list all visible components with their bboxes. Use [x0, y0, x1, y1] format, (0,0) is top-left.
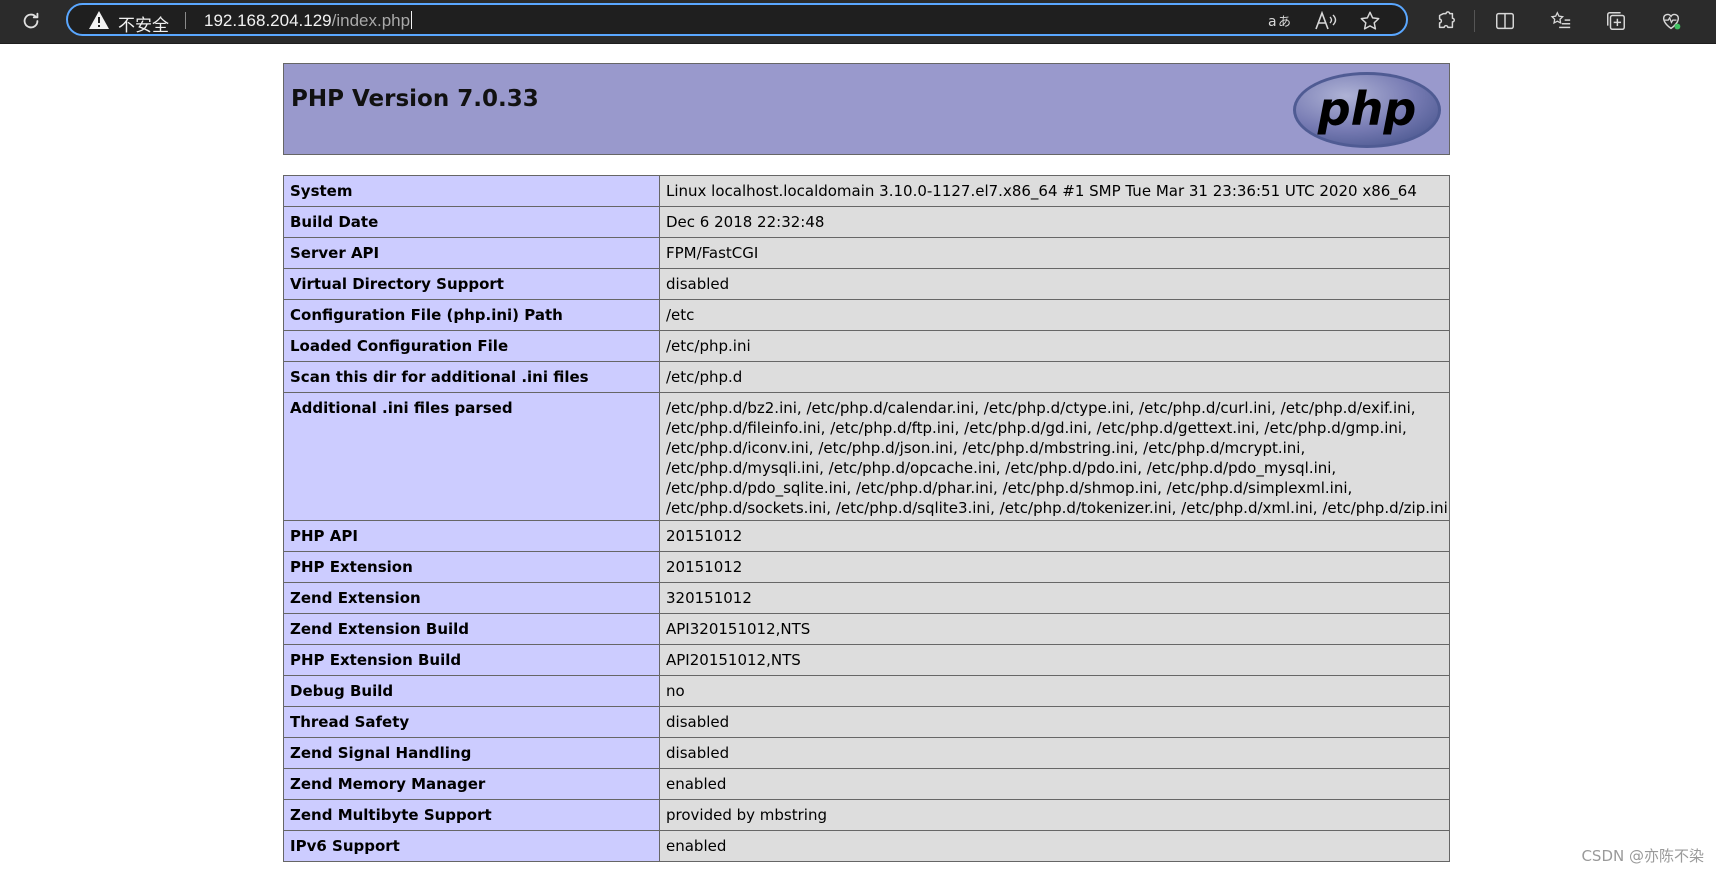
svg-text:a: a: [1268, 14, 1277, 30]
address-bar[interactable]: 不安全 192.168.204.129/index.php aあ: [66, 3, 1408, 36]
row-key: Thread Safety: [283, 706, 660, 738]
row-key: Additional .ini files parsed: [283, 392, 660, 521]
row-key: Loaded Configuration File: [283, 330, 660, 362]
row-key: Scan this dir for additional .ini files: [283, 361, 660, 393]
value-line: /etc/php.d/iconv.ini, /etc/php.d/json.in…: [666, 439, 1306, 457]
row-key: Build Date: [283, 206, 660, 238]
row-value: enabled: [659, 768, 1450, 800]
toolbar-divider: [1474, 10, 1475, 32]
row-value: 20151012: [659, 520, 1450, 552]
row-value: /etc/php.d: [659, 361, 1450, 393]
row-value: 320151012: [659, 582, 1450, 614]
table-row: PHP Extension Build API20151012,NTS: [283, 644, 1450, 676]
url-path: /index.php: [331, 11, 411, 30]
row-key: Zend Extension Build: [283, 613, 660, 645]
table-row: Server API FPM/FastCGI: [283, 237, 1450, 269]
row-key: Server API: [283, 237, 660, 269]
table-row: Zend Multibyte Support provided by mbstri…: [283, 799, 1450, 831]
browser-essentials-icon[interactable]: [1658, 8, 1684, 34]
row-key: Configuration File (php.ini) Path: [283, 299, 660, 331]
table-row: Additional .ini files parsed/etc/php.d/b…: [283, 392, 1450, 521]
row-value: API20151012,NTS: [659, 644, 1450, 676]
row-value: /etc/php.d/bz2.ini, /etc/php.d/calendar.…: [659, 392, 1450, 521]
svg-text:あ: あ: [1278, 15, 1291, 30]
url-text[interactable]: 192.168.204.129/index.php: [204, 11, 413, 31]
row-key: System: [283, 175, 660, 207]
row-value: /etc/php.ini: [659, 330, 1450, 362]
page-title: PHP Version 7.0.33: [291, 86, 539, 112]
row-key: Zend Extension: [283, 582, 660, 614]
value-line: /etc/php.d/pdo_sqlite.ini, /etc/php.d/ph…: [666, 479, 1353, 497]
row-value: enabled: [659, 830, 1450, 862]
collections-icon[interactable]: [1603, 8, 1629, 34]
table-row: PHP API 20151012: [283, 520, 1450, 552]
phpinfo-page: PHP Version 7.0.33 php System Linux local…: [283, 63, 1450, 862]
row-value: 20151012: [659, 551, 1450, 583]
row-value: /etc: [659, 299, 1450, 331]
browser-toolbar: 不安全 192.168.204.129/index.php aあ: [0, 0, 1716, 44]
value-line: /etc/php.d/mysqli.ini, /etc/php.d/opcach…: [666, 459, 1337, 477]
value-line: /etc/php.d/sockets.ini, /etc/php.d/sqlit…: [666, 499, 1448, 517]
row-key: PHP API: [283, 520, 660, 552]
php-logo-icon: php: [1293, 72, 1441, 148]
row-key: IPv6 Support: [283, 830, 660, 862]
row-key: Zend Multibyte Support: [283, 799, 660, 831]
value-line: /etc/php.d/bz2.ini, /etc/php.d/calendar.…: [666, 399, 1416, 417]
table-row: Zend Extension Build API320151012,NTS: [283, 613, 1450, 645]
watermark: CSDN @亦陈不染: [1581, 847, 1704, 865]
row-value: disabled: [659, 737, 1450, 769]
row-key: Virtual Directory Support: [283, 268, 660, 300]
warning-icon[interactable]: [88, 10, 110, 30]
phpinfo-header: PHP Version 7.0.33 php: [283, 63, 1450, 155]
row-value: FPM/FastCGI: [659, 237, 1450, 269]
row-value: no: [659, 675, 1450, 707]
favorite-star-icon[interactable]: [1358, 10, 1382, 32]
table-row: Zend Memory Manager enabled: [283, 768, 1450, 800]
reload-icon[interactable]: [17, 7, 45, 35]
table-row: System Linux localhost.localdomain 3.10.0…: [283, 175, 1450, 207]
address-divider: [185, 12, 186, 29]
table-row: Configuration File (php.ini) Path/etc: [283, 299, 1450, 331]
table-row: PHP Extension 20151012: [283, 551, 1450, 583]
row-key: Debug Build: [283, 675, 660, 707]
table-row: Virtual Directory Support disabled: [283, 268, 1450, 300]
row-value: provided by mbstring: [659, 799, 1450, 831]
split-screen-icon[interactable]: [1492, 8, 1518, 34]
table-row: Debug Build no: [283, 675, 1450, 707]
table-row: Thread Safety disabled: [283, 706, 1450, 738]
favorites-list-icon[interactable]: [1548, 8, 1574, 34]
table-row: Zend Extension 320151012: [283, 582, 1450, 614]
extensions-icon[interactable]: [1433, 8, 1459, 34]
table-row: Scan this dir for additional .ini files /…: [283, 361, 1450, 393]
table-row: Zend Signal Handling disabled: [283, 737, 1450, 769]
url-host: 192.168.204.129: [204, 11, 332, 30]
row-key: PHP Extension: [283, 551, 660, 583]
row-value: disabled: [659, 706, 1450, 738]
row-value: disabled: [659, 268, 1450, 300]
row-value: Dec 6 2018 22:32:48: [659, 206, 1450, 238]
text-caret: [411, 11, 413, 29]
table-row: Build Date Dec 6 2018 22:32:48: [283, 206, 1450, 238]
security-label[interactable]: 不安全: [118, 11, 169, 36]
row-key: PHP Extension Build: [283, 644, 660, 676]
value-line: /etc/php.d/fileinfo.ini, /etc/php.d/ftp.…: [666, 419, 1407, 437]
row-key: Zend Memory Manager: [283, 768, 660, 800]
table-row: Loaded Configuration File/etc/php.ini: [283, 330, 1450, 362]
info-table: System Linux localhost.localdomain 3.10.0…: [283, 175, 1450, 862]
logo-text: php: [1317, 82, 1417, 136]
table-row: IPv6 Support enabled: [283, 830, 1450, 862]
row-value: API320151012,NTS: [659, 613, 1450, 645]
read-aloud-icon[interactable]: [1314, 10, 1338, 32]
read-aloud-translate-icon[interactable]: aあ: [1268, 10, 1292, 32]
row-key: Zend Signal Handling: [283, 737, 660, 769]
row-value: Linux localhost.localdomain 3.10.0-1127.…: [659, 175, 1450, 207]
